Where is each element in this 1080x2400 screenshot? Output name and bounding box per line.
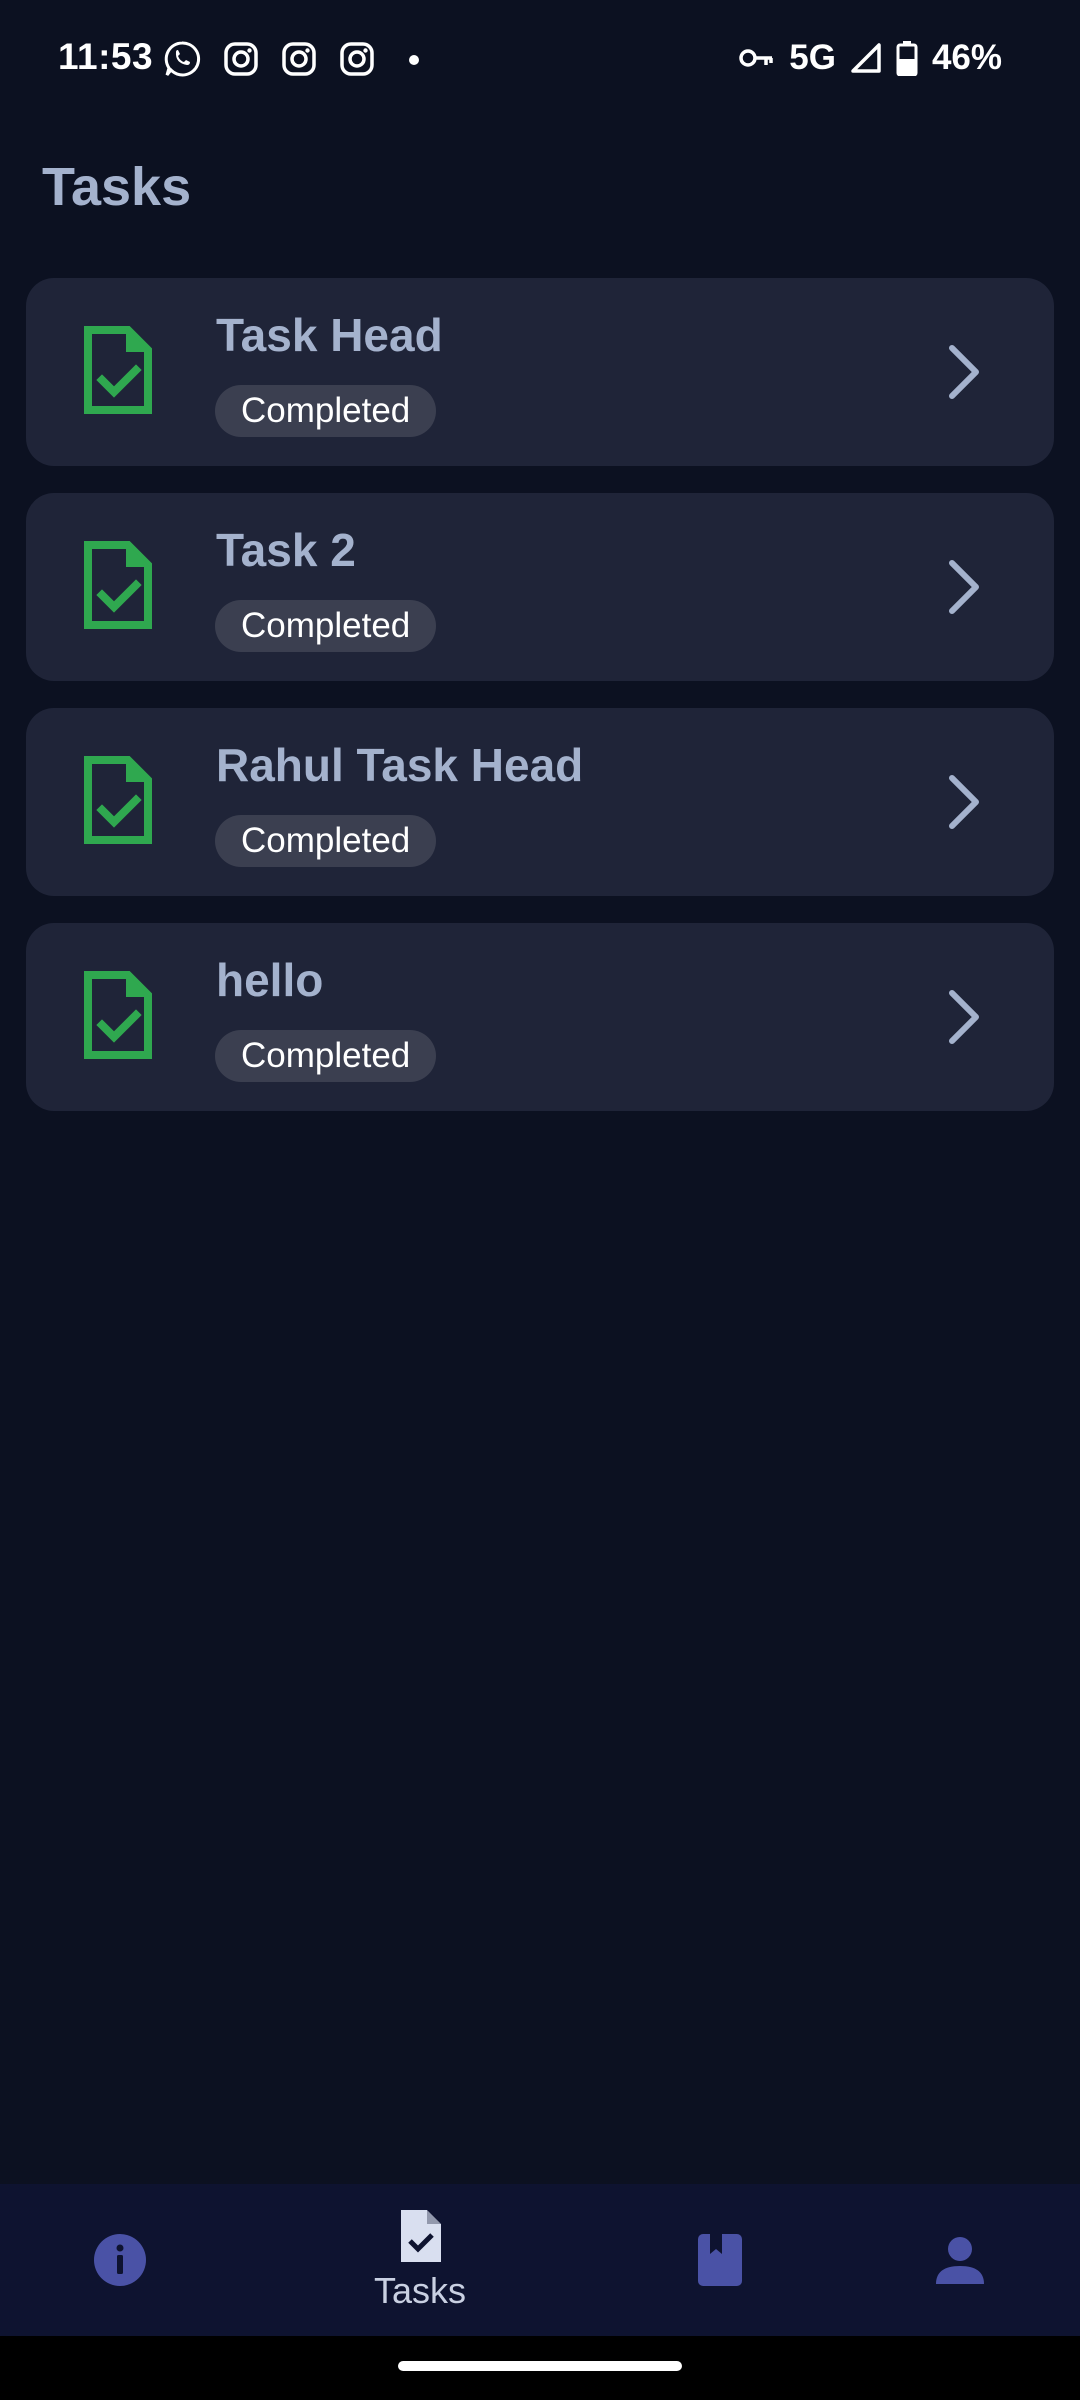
dot-icon — [409, 55, 419, 65]
bottom-nav: Tasks — [0, 2184, 1080, 2336]
page-title: Tasks — [42, 157, 192, 217]
nav-item-info[interactable] — [80, 2184, 160, 2336]
status-indicators: 5G 46% — [725, 36, 1002, 80]
chevron-right-icon — [949, 990, 979, 1044]
task-list: Task Head Completed Task 2 Completed Rah… — [26, 278, 1054, 1138]
task-status-badge: Completed — [215, 1030, 437, 1082]
home-indicator[interactable] — [398, 2361, 682, 2371]
network-type: 5G — [789, 38, 836, 77]
chevron-right-icon — [949, 775, 979, 829]
task-status-badge: Completed — [215, 385, 437, 437]
task-card[interactable]: Task 2 Completed — [26, 493, 1054, 681]
task-name: Task 2 — [216, 524, 356, 576]
chevron-right-icon — [949, 560, 979, 614]
task-card[interactable]: Rahul Task Head Completed — [26, 708, 1054, 896]
task-name: Task Head — [216, 309, 443, 361]
task-card[interactable]: hello Completed — [26, 923, 1054, 1111]
nav-item-library[interactable] — [680, 2184, 760, 2336]
task-name: Rahul Task Head — [216, 739, 584, 791]
task-status-badge: Completed — [215, 815, 437, 867]
nav-label-tasks: Tasks — [373, 2270, 467, 2311]
battery-percentage: 46% — [931, 38, 1002, 77]
signal-icon — [850, 42, 882, 74]
nav-item-profile[interactable] — [920, 2184, 1000, 2336]
battery-icon — [896, 40, 918, 76]
person-icon — [936, 2237, 984, 2284]
instagram-icon — [340, 42, 374, 76]
task-completed-icon — [84, 971, 152, 1059]
instagram-icon — [224, 42, 258, 76]
task-completed-icon — [84, 756, 152, 844]
book-icon — [698, 2234, 742, 2286]
task-card[interactable]: Task Head Completed — [26, 278, 1054, 466]
task-completed-icon — [84, 326, 152, 414]
nav-item-tasks[interactable]: Tasks — [360, 2184, 480, 2336]
task-name: hello — [216, 954, 324, 1006]
task-doc-icon — [401, 2210, 441, 2262]
instagram-icon — [282, 42, 316, 76]
status-bar: 11:53 5G 46% — [0, 0, 1080, 120]
vpn-key-icon — [739, 46, 775, 70]
task-completed-icon — [84, 541, 152, 629]
status-time: 11:53 — [58, 36, 154, 77]
task-status-badge: Completed — [215, 600, 437, 652]
chevron-right-icon — [949, 345, 979, 399]
info-icon — [94, 2234, 146, 2286]
whatsapp-icon — [164, 41, 201, 77]
